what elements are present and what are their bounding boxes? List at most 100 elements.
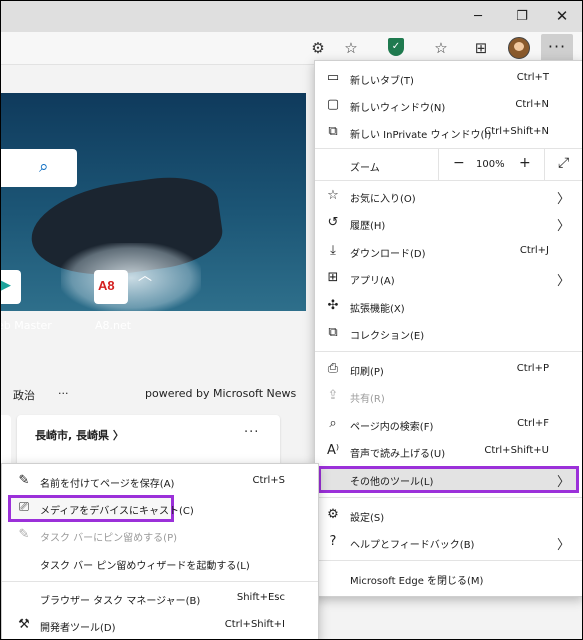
card-more-button[interactable]: ···	[244, 425, 259, 440]
favorites-list-icon[interactable]: ☆	[430, 37, 452, 59]
search-icon[interactable]: ⌕	[39, 157, 49, 177]
menu-item-shortcut: Ctrl+Shift+N	[484, 126, 549, 137]
menu-item-shortcut: Ctrl+T	[516, 72, 549, 83]
zoom-divider	[544, 149, 545, 180]
menu-item-label: 共有(R)	[350, 394, 385, 405]
submenu-item-label: タスク バーにピン留めする(P)	[40, 533, 178, 544]
menu-item-shortcut: Ctrl+P	[516, 363, 549, 374]
zoom-level: 100%	[476, 159, 505, 170]
submenu-item-shortcut: Ctrl+S	[252, 475, 285, 486]
settings-and-more-button[interactable]: ···	[541, 34, 573, 62]
submenu-item-pin-wizard[interactable]: タスク バー ピン留めウィザードを起動する(L)	[2, 550, 318, 577]
new-tab-icon: ▭	[326, 70, 340, 85]
menu-item-shortcut: Ctrl+Shift+U	[484, 445, 549, 456]
puzzle-icon: ✣	[327, 298, 339, 313]
menu-item-more-tools[interactable]: その他のツール(L) 〉	[318, 466, 579, 493]
menu-item-label: ページ内の検索(F)	[350, 422, 434, 433]
menu-item-label: ダウンロード(D)	[350, 249, 426, 260]
menu-item-favorites[interactable]: ☆ お気に入り(O) 〉	[315, 183, 582, 210]
quick-link-tile[interactable]	[1, 270, 21, 304]
a8-logo-icon: A8	[98, 278, 115, 293]
tracking-prevention-icon[interactable]: ⚙	[307, 37, 329, 59]
menu-item-apps[interactable]: ⊞ アプリ(A) 〉	[315, 265, 582, 292]
menu-item-share[interactable]: ⇪ 共有(R)	[315, 383, 582, 410]
devtools-icon: ⚒	[18, 617, 30, 632]
more-tools-submenu: ✎ 名前を付けてページを保存(A) Ctrl+S ⎚ メディアをデバイスにキャス…	[1, 463, 319, 639]
chevron-right-icon: 〉	[556, 219, 570, 234]
zoom-in-button[interactable]: +	[519, 155, 531, 171]
search-input[interactable]: ⌕	[1, 149, 77, 187]
menu-item-extensions[interactable]: ✣ 拡張機能(X)	[315, 293, 582, 320]
quick-link-tile[interactable]: A8	[94, 270, 128, 304]
inprivate-icon: ⧉	[328, 124, 338, 139]
chevron-right-icon: 〉	[556, 192, 570, 207]
quick-link-label[interactable]: A8.net	[95, 319, 131, 332]
submenu-item-label: 開発者ツール(D)	[40, 623, 116, 634]
menu-item-settings[interactable]: ⚙ 設定(S)	[315, 502, 582, 529]
submenu-item-cast[interactable]: ⎚ メディアをデバイスにキャスト(C)	[8, 495, 194, 522]
menu-item-close-edge[interactable]: Microsoft Edge を閉じる(M)	[315, 565, 582, 592]
menu-item-shortcut: Ctrl+F	[517, 418, 549, 429]
menu-item-label: 履歴(H)	[350, 221, 386, 232]
fullscreen-icon[interactable]: ⤢	[558, 155, 569, 171]
menu-item-label: アプリ(A)	[350, 276, 395, 287]
close-icon[interactable]: ✕	[540, 1, 582, 32]
printer-icon: ⎙	[327, 361, 339, 376]
menu-item-print[interactable]: ⎙ 印刷(P) Ctrl+P	[315, 356, 582, 383]
read-aloud-icon: A⁾	[326, 443, 340, 458]
title-bar: ─ ❐ ✕	[1, 1, 582, 32]
menu-item-downloads[interactable]: ⤓ ダウンロード(D) Ctrl+J	[315, 238, 582, 265]
collections-icon[interactable]: ⊞	[470, 37, 492, 59]
share-icon: ⇪	[327, 388, 339, 403]
zoom-label: ズーム	[350, 163, 380, 174]
save-page-icon: ✎	[18, 473, 30, 488]
menu-item-read-aloud[interactable]: A⁾ 音声で読み上げる(U) Ctrl+Shift+U	[315, 438, 582, 465]
menu-item-collections[interactable]: ⧉ コレクション(E)	[315, 320, 582, 347]
restore-icon[interactable]: ❐	[500, 1, 544, 32]
menu-item-label: 音声で読み上げる(U)	[350, 449, 446, 460]
submenu-item-devtools[interactable]: ⚒ 開発者ツール(D) Ctrl+Shift+I	[2, 612, 318, 639]
favorites-icon: ☆	[327, 188, 339, 203]
submenu-item-pin-taskbar[interactable]: ✎ タスク バーにピン留めする(P)	[2, 522, 318, 549]
submenu-item-save-page[interactable]: ✎ 名前を付けてページを保存(A) Ctrl+S	[2, 468, 318, 495]
menu-item-label: 新しい InPrivate ウィンドウ(I)	[350, 130, 492, 141]
menu-divider	[315, 180, 582, 181]
menu-item-label: Microsoft Edge を閉じる(M)	[350, 576, 484, 587]
menu-item-shortcut: Ctrl+J	[519, 245, 549, 256]
menu-item-find[interactable]: ⌕ ページ内の検索(F) Ctrl+F	[315, 411, 582, 438]
download-icon: ⤓	[330, 243, 336, 258]
quick-link-label[interactable]: eb Master	[1, 319, 52, 332]
menu-divider	[315, 497, 582, 498]
submenu-item-label: メディアをデバイスにキャスト(C)	[40, 506, 194, 517]
powered-by-label: powered by Microsoft News	[145, 387, 297, 400]
submenu-item-task-manager[interactable]: ブラウザー タスク マネージャー(B) Shift+Esc	[2, 585, 318, 612]
minimize-icon[interactable]: ─	[456, 1, 500, 32]
menu-item-label: 印刷(P)	[350, 367, 384, 378]
menu-divider	[315, 560, 582, 561]
favorite-star-icon[interactable]: ☆	[340, 37, 362, 59]
menu-item-new-inprivate[interactable]: ⧉ 新しい InPrivate ウィンドウ(I) Ctrl+Shift+N	[315, 119, 582, 146]
collections-icon: ⧉	[328, 325, 338, 340]
menu-item-history[interactable]: ↺ 履歴(H) 〉	[315, 210, 582, 237]
menu-item-shortcut: Ctrl+N	[515, 99, 549, 110]
history-icon: ↺	[327, 215, 339, 230]
menu-item-help[interactable]: ? ヘルプとフィードバック(B) 〉	[315, 529, 582, 556]
weather-location[interactable]: 長崎市, 長崎県 〉	[35, 427, 124, 443]
submenu-divider	[2, 581, 318, 582]
submenu-item-label: タスク バー ピン留めウィザードを起動する(L)	[40, 561, 250, 572]
news-section-title[interactable]: 政治	[13, 387, 35, 403]
browser-window: ─ ❐ ✕ ⚙ ☆ ☆ ⊞ ··· ✓ ⌕ ︿ A8 eb Master A8.…	[0, 0, 583, 640]
menu-item-label: お気に入り(O)	[350, 194, 416, 205]
menu-item-new-tab[interactable]: ▭ 新しいタブ(T) Ctrl+T	[315, 65, 582, 92]
chevron-up-icon[interactable]: ︿	[138, 265, 152, 285]
shield-extension-icon[interactable]: ✓	[388, 38, 404, 56]
profile-avatar[interactable]	[508, 37, 530, 59]
settings-menu: ▭ 新しいタブ(T) Ctrl+T ▢ 新しいウィンドウ(N) Ctrl+N ⧉…	[314, 60, 582, 597]
zoom-out-button[interactable]: −	[453, 155, 465, 171]
help-icon: ?	[329, 534, 337, 549]
news-more-button[interactable]: ···	[58, 387, 69, 400]
water-splash-image	[61, 243, 201, 311]
menu-item-label: 新しいウィンドウ(N)	[350, 103, 446, 114]
apps-icon: ⊞	[327, 270, 339, 285]
menu-item-new-window[interactable]: ▢ 新しいウィンドウ(N) Ctrl+N	[315, 92, 582, 119]
